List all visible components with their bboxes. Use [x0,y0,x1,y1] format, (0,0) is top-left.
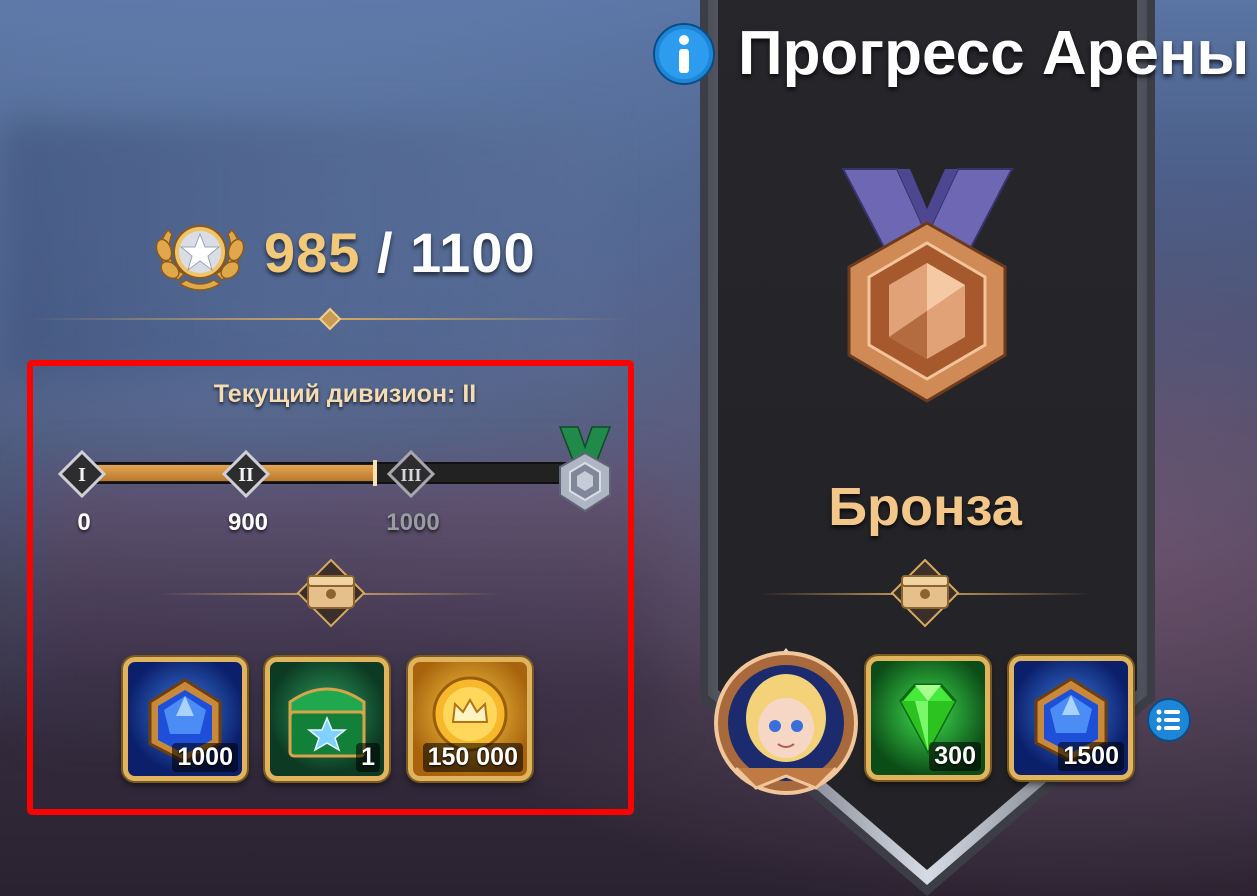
arena-progress-title: Прогресс Арены [738,19,1250,88]
division-progress-marker [373,460,377,486]
division-node-ii-icon: II [222,450,270,498]
svg-text:II: II [238,464,254,486]
division-tick-label: 900 [227,509,269,536]
chest-outline-icon [890,558,960,628]
division-progress-track [80,460,580,486]
rating-current: 985 [264,221,361,284]
laurel-star-icon [155,225,245,291]
rewards-list-icon[interactable] [1146,697,1192,743]
reward-amount: 1000 [172,743,238,772]
svg-text:I: I [78,464,86,486]
chest-outline-icon [296,558,366,628]
reward-amount: 300 [929,742,981,771]
hero-portrait-icon[interactable] [706,648,866,798]
rating-display: 985 / 1100 [150,210,536,295]
reward-green-chest[interactable]: 1 [265,657,389,781]
reward-green-emerald[interactable]: 300 [866,656,990,780]
division-tick-label: 1000 [386,509,440,536]
reward-blue-gem-emblem[interactable]: 1000 [123,657,247,781]
current-division-label: Текущий дивизион: II [213,380,477,408]
bronze-medal-icon [841,168,1014,403]
info-icon[interactable] [652,22,716,86]
division-tick-label: 0 [77,509,91,536]
reward-amount: 1 [356,743,380,772]
silver-medal-icon [558,426,612,513]
division-node-i-icon: I [58,450,106,498]
division-node-iii-icon: III [387,450,435,498]
reward-gold-coin[interactable]: 150 000 [408,657,532,781]
svg-text:III: III [400,465,421,485]
reward-blue-gem-emblem[interactable]: 1500 [1009,656,1133,780]
rating-separator: / [360,221,411,284]
rating-max: 1100 [410,221,536,284]
arena-tier-name: Бронза [828,477,1022,537]
rating-value: 985 / 1100 [264,220,536,285]
reward-amount: 150 000 [422,743,523,772]
reward-amount: 1500 [1058,742,1124,771]
